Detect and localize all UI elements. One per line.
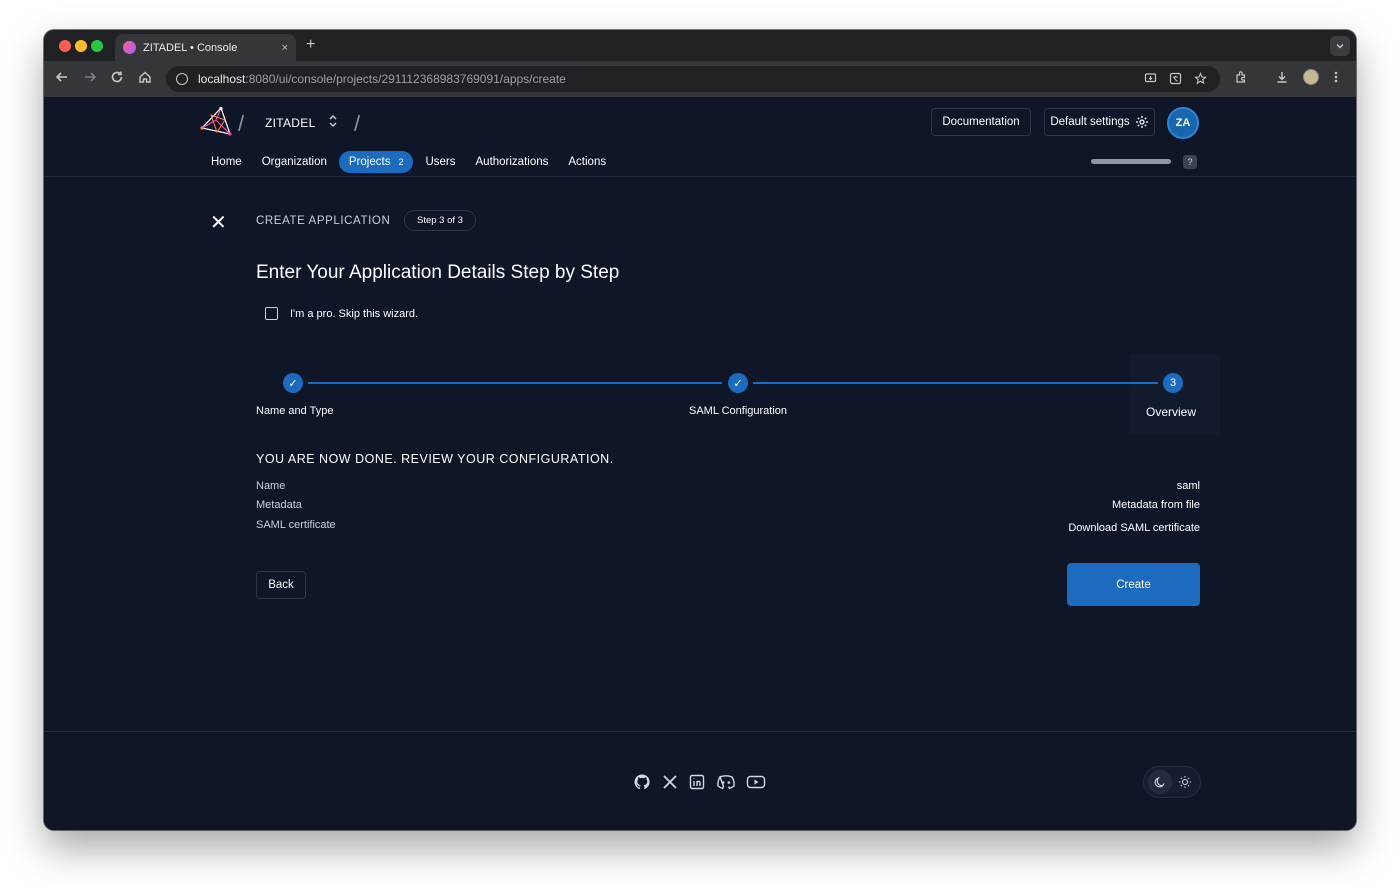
step-1-check-icon[interactable]: ✓ (283, 373, 303, 393)
download-saml-certificate-link[interactable]: Download SAML certificate (1068, 522, 1200, 534)
chevron-down-icon (1336, 43, 1344, 49)
org-name[interactable]: ZITADEL (265, 116, 316, 130)
browser-profile-avatar[interactable] (1303, 69, 1319, 85)
nav-users[interactable]: Users (415, 151, 465, 173)
onboarding-progress-bar[interactable] (1091, 159, 1171, 164)
url-path: :8080/ui/console/projects/29111236898376… (245, 72, 566, 86)
youtube-icon[interactable] (746, 772, 766, 792)
theme-toggle[interactable] (1143, 766, 1201, 798)
tab-search-button[interactable] (1330, 36, 1350, 56)
back-button[interactable]: Back (256, 571, 306, 599)
review-metadata-value: Metadata from file (1111, 499, 1200, 511)
help-button[interactable]: ? (1183, 155, 1197, 169)
breadcrumb-separator: / (354, 111, 361, 136)
review-name-value: saml (1176, 480, 1200, 492)
step-3-number[interactable]: 3 (1163, 373, 1183, 393)
browser-window: ZITADEL • Console × + localhost:8080/ui/… (44, 30, 1356, 830)
tab-close-icon[interactable]: × (282, 42, 288, 54)
stepper-connector (308, 382, 722, 384)
footer (44, 731, 1356, 830)
nav-organization[interactable]: Organization (252, 151, 337, 173)
review-heading: YOU ARE NOW DONE. REVIEW YOUR CONFIGURAT… (256, 452, 614, 466)
user-avatar[interactable]: ZA (1167, 107, 1199, 139)
step-2-check-icon[interactable]: ✓ (728, 373, 748, 393)
sun-icon[interactable] (1173, 770, 1197, 794)
nav-home[interactable]: Home (201, 151, 252, 173)
install-app-icon[interactable] (1144, 72, 1157, 88)
tab-title: ZITADEL • Console (143, 41, 238, 54)
close-window-button[interactable] (59, 40, 71, 52)
extensions-icon[interactable] (1234, 70, 1248, 87)
site-info-icon[interactable] (176, 73, 188, 85)
new-tab-button[interactable]: + (306, 36, 315, 54)
projects-count-badge: 2 (398, 157, 404, 167)
zitadel-favicon-icon (123, 41, 136, 54)
tab-strip: ZITADEL • Console × + (44, 30, 1356, 61)
step-2-label[interactable]: SAML Configuration (689, 405, 787, 417)
minimize-window-button[interactable] (75, 40, 87, 52)
skip-wizard-label[interactable]: I'm a pro. Skip this wizard. (290, 308, 418, 320)
arrow-left-icon (55, 72, 67, 82)
zitadel-console: / ZITADEL / Documentation Default settin… (44, 97, 1356, 830)
linkedin-icon[interactable] (687, 772, 707, 792)
close-wizard-icon[interactable]: ✕ (210, 210, 227, 235)
default-settings-button[interactable]: Default settings (1044, 108, 1155, 136)
forward-nav-button[interactable] (81, 70, 99, 87)
browser-tab[interactable]: ZITADEL • Console × (115, 34, 296, 61)
browser-toolbar: localhost:8080/ui/console/projects/29111… (44, 61, 1356, 97)
home-nav-button[interactable] (136, 70, 154, 87)
translate-icon[interactable] (1169, 72, 1182, 88)
maximize-window-button[interactable] (91, 40, 103, 52)
app-header: / ZITADEL / Documentation Default settin… (44, 97, 1356, 177)
arrow-right-icon (85, 72, 97, 82)
create-application-title: CREATE APPLICATION (256, 215, 391, 227)
back-nav-button[interactable] (53, 70, 71, 87)
review-metadata-key: Metadata (256, 499, 302, 511)
stepper-connector (753, 382, 1158, 384)
github-icon[interactable] (632, 772, 652, 792)
documentation-button[interactable]: Documentation (931, 108, 1031, 136)
nav-projects-label: Projects (348, 156, 391, 168)
gear-icon (1135, 116, 1148, 128)
reload-button[interactable] (108, 70, 126, 87)
x-icon[interactable] (660, 772, 680, 792)
reload-icon (111, 71, 123, 83)
nav-projects[interactable]: Projects 2 (338, 151, 414, 173)
nav-actions[interactable]: Actions (558, 151, 616, 173)
main-nav: Home Organization Projects 2 Users Autho… (201, 151, 616, 173)
review-name-key: Name (256, 480, 286, 492)
review-certificate-key: SAML certificate (256, 519, 336, 531)
default-settings-label: Default settings (1050, 116, 1130, 128)
step-indicator-chip: Step 3 of 3 (404, 210, 476, 231)
url-host: localhost (198, 72, 246, 86)
kebab-menu-icon[interactable] (1333, 70, 1339, 87)
bookmark-star-icon[interactable] (1194, 72, 1207, 88)
step-3-label[interactable]: Overview (1146, 405, 1196, 419)
downloads-icon[interactable] (1275, 70, 1289, 87)
skip-wizard-checkbox[interactable] (265, 307, 278, 320)
home-icon (139, 71, 151, 83)
nav-authorizations[interactable]: Authorizations (466, 151, 559, 173)
breadcrumb-separator: / (238, 111, 245, 136)
create-button[interactable]: Create (1067, 563, 1200, 606)
step-1-label[interactable]: Name and Type (256, 405, 333, 417)
zitadel-logo-icon[interactable] (199, 106, 233, 138)
discord-icon[interactable] (716, 772, 736, 792)
moon-icon[interactable] (1148, 770, 1172, 794)
address-bar[interactable]: localhost:8080/ui/console/projects/29111… (166, 66, 1220, 92)
page-heading: Enter Your Application Details Step by S… (256, 262, 620, 283)
org-switcher-icon[interactable] (328, 114, 338, 129)
active-step-highlight (1129, 354, 1220, 434)
